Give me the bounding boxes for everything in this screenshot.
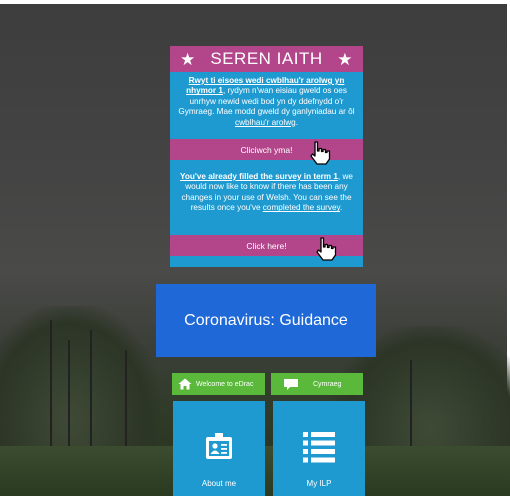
- english-complete-link[interactable]: completed the survey: [263, 203, 340, 212]
- cymraeg-button-label: Cymraeg: [313, 380, 342, 388]
- welcome-button-label: Welcome to eDrac: [196, 380, 254, 388]
- seren-iaith-panel: ★ SEREN IAITH ★ Rwyt ti eisoes wedi cwbl…: [170, 46, 363, 267]
- my-ilp-tile[interactable]: My ILP: [273, 401, 365, 496]
- about-me-label: About me: [201, 479, 237, 488]
- home-icon: [178, 378, 192, 390]
- coronavirus-guidance-button[interactable]: Coronavirus: Guidance: [156, 284, 376, 357]
- coronavirus-guidance-label: Coronavirus: Guidance: [184, 311, 348, 329]
- welcome-button[interactable]: Welcome to eDrac: [172, 373, 265, 395]
- welsh-cta-label: Cliciwch yma!: [240, 144, 293, 155]
- pointer-hand-icon: [316, 237, 337, 261]
- pointer-hand-icon: [310, 141, 331, 165]
- about-me-tile[interactable]: About me: [173, 401, 265, 496]
- list-icon: [303, 432, 335, 463]
- welsh-survey-end: .: [295, 117, 298, 127]
- top-border: [0, 0, 510, 4]
- english-survey-end: .: [340, 203, 343, 213]
- seren-iaith-title: SEREN IAITH: [210, 49, 323, 68]
- my-ilp-label: My ILP: [306, 479, 332, 488]
- welsh-survey-text: Rwyt ti eisoes wedi cwblhau'r arolwg yn …: [170, 72, 363, 140]
- speech-bubble-icon: [284, 378, 298, 390]
- star-icon: ★: [337, 50, 353, 69]
- welsh-complete-link[interactable]: cwblhau'r arolwg: [235, 118, 296, 127]
- star-icon: ★: [180, 50, 196, 69]
- seren-iaith-header: ★ SEREN IAITH ★: [170, 46, 363, 72]
- english-survey-text: You've already filled the survey in term…: [170, 168, 363, 236]
- english-survey-link[interactable]: You've already filled the survey in term…: [180, 172, 338, 181]
- cymraeg-button[interactable]: Cymraeg: [271, 373, 363, 395]
- english-cta-label: Click here!: [246, 240, 287, 251]
- welsh-cta-button[interactable]: Cliciwch yma!: [170, 139, 363, 160]
- id-card-icon: [206, 433, 232, 459]
